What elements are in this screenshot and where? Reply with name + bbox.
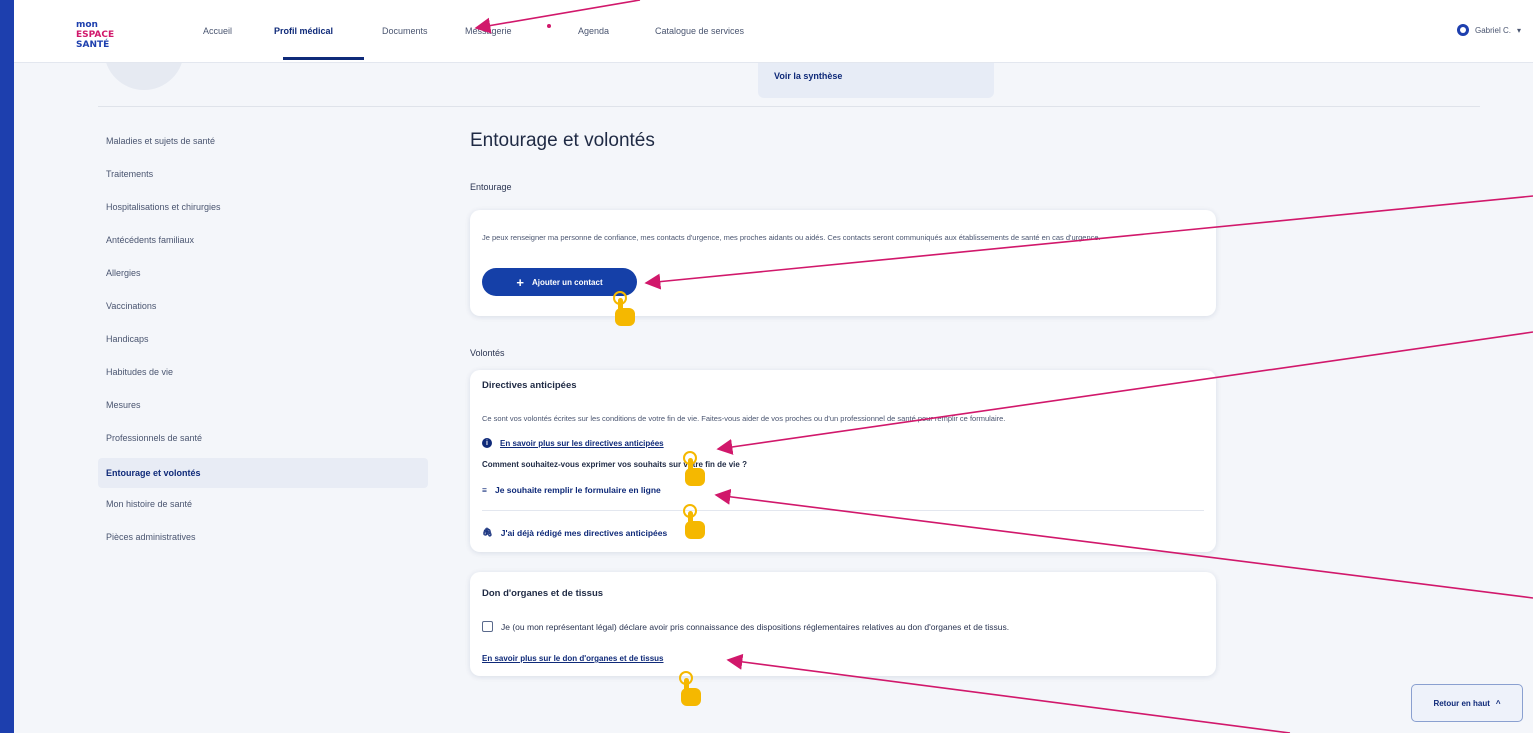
sidebar-item-habitudes[interactable]: Habitudes de vie: [98, 359, 428, 392]
options-divider: [482, 510, 1204, 511]
directives-card: Directives anticipées Ce sont vos volont…: [470, 370, 1216, 552]
section-label-entourage: Entourage: [470, 182, 512, 192]
entourage-description: Je peux renseigner ma personne de confia…: [482, 233, 1101, 242]
back-to-top-button[interactable]: Retour en haut ^: [1411, 684, 1523, 722]
chevron-down-icon: ▾: [1516, 25, 1521, 35]
user-menu[interactable]: Gabriel C. ▾: [1456, 24, 1521, 36]
sidebar-item-traitements[interactable]: Traitements: [98, 161, 428, 194]
entourage-card: Je peux renseigner ma personne de confia…: [470, 210, 1216, 316]
back-to-top-label: Retour en haut: [1433, 698, 1490, 708]
directives-question: Comment souhaitez-vous exprimer vos souh…: [482, 460, 747, 469]
form-lines-icon: ≡: [482, 485, 487, 495]
directives-description: Ce sont vos volontés écrites sur les con…: [482, 414, 1006, 423]
sidebar-item-hospitalisations[interactable]: Hospitalisations et chirurgies: [98, 194, 428, 227]
svg-text:ESPACE: ESPACE: [76, 30, 114, 40]
plus-icon: +: [516, 274, 524, 290]
already-written-label: J'ai déjà rédigé mes directives anticipé…: [500, 527, 668, 538]
nav-documents[interactable]: Documents: [382, 26, 428, 36]
nav-accueil[interactable]: Accueil: [203, 26, 232, 36]
section-label-volontes: Volontés: [470, 348, 505, 358]
don-info-link[interactable]: En savoir plus sur le don d'organes et d…: [482, 654, 664, 663]
synthese-card[interactable]: Voir la synthèse: [758, 62, 994, 98]
don-organes-title: Don d'organes et de tissus: [482, 588, 604, 599]
sidebar-item-handicaps[interactable]: Handicaps: [98, 326, 428, 359]
directives-info-row: i En savoir plus sur les directives anti…: [482, 438, 664, 448]
header-divider: [98, 106, 1480, 107]
chevron-up-icon: ^: [1495, 698, 1501, 708]
fill-online-option[interactable]: ≡ Je souhaite remplir le formulaire en l…: [482, 485, 661, 495]
profile-sidebar: Maladies et sujets de santé Traitements …: [98, 128, 428, 557]
sidebar-item-vaccinations[interactable]: Vaccinations: [98, 293, 428, 326]
add-contact-button[interactable]: + Ajouter un contact: [482, 268, 637, 296]
fill-online-label: Je souhaite remplir le formulaire en lig…: [494, 485, 661, 495]
directives-title: Directives anticipées: [482, 380, 577, 391]
don-consent-label[interactable]: Je (ou mon représentant légal) déclare a…: [501, 622, 1009, 632]
synthese-link[interactable]: Voir la synthèse: [774, 71, 842, 81]
left-blue-strip: [0, 0, 14, 733]
nav-profil-medical[interactable]: Profil médical: [274, 26, 333, 36]
page-title: Entourage et volontés: [470, 130, 655, 151]
nav-catalogue-services[interactable]: Catalogue de services: [655, 26, 744, 36]
add-contact-label: Ajouter un contact: [531, 277, 603, 287]
sidebar-item-maladies[interactable]: Maladies et sujets de santé: [98, 128, 428, 161]
don-organes-card: Don d'organes et de tissus Je (ou mon re…: [470, 572, 1216, 676]
sidebar-item-entourage[interactable]: Entourage et volontés: [98, 458, 428, 488]
top-navigation: mon ESPACE SANTÉ Accueil Profil médical …: [14, 0, 1533, 63]
nav-messagerie[interactable]: Messagerie: [465, 26, 512, 36]
svg-text:mon: mon: [76, 20, 98, 30]
user-avatar-icon: [1456, 24, 1469, 36]
unread-notification-dot: [547, 24, 551, 28]
info-icon: i: [482, 438, 492, 448]
nav-agenda[interactable]: Agenda: [578, 26, 609, 36]
sidebar-item-mesures[interactable]: Mesures: [98, 392, 428, 425]
sidebar-item-antecedents[interactable]: Antécédents familiaux: [98, 227, 428, 260]
don-consent-checkbox[interactable]: [482, 621, 493, 632]
active-tab-indicator: [283, 57, 364, 60]
user-name: Gabriel C.: [1474, 25, 1511, 35]
sidebar-item-histoire[interactable]: Mon histoire de santé: [98, 491, 428, 524]
mon-espace-sante-logo[interactable]: mon ESPACE SANTÉ: [74, 18, 140, 50]
don-consent-row: Je (ou mon représentant légal) déclare a…: [482, 621, 1009, 632]
paperclip-icon: 🖇: [482, 527, 493, 537]
sidebar-item-professionnels[interactable]: Professionnels de santé: [98, 425, 428, 458]
directives-info-link[interactable]: En savoir plus sur les directives antici…: [500, 439, 664, 448]
sidebar-item-allergies[interactable]: Allergies: [98, 260, 428, 293]
svg-text:SANTÉ: SANTÉ: [76, 38, 109, 50]
already-written-option[interactable]: 🖇 J'ai déjà rédigé mes directives antici…: [482, 527, 667, 538]
sidebar-item-pieces[interactable]: Pièces administratives: [98, 524, 428, 557]
